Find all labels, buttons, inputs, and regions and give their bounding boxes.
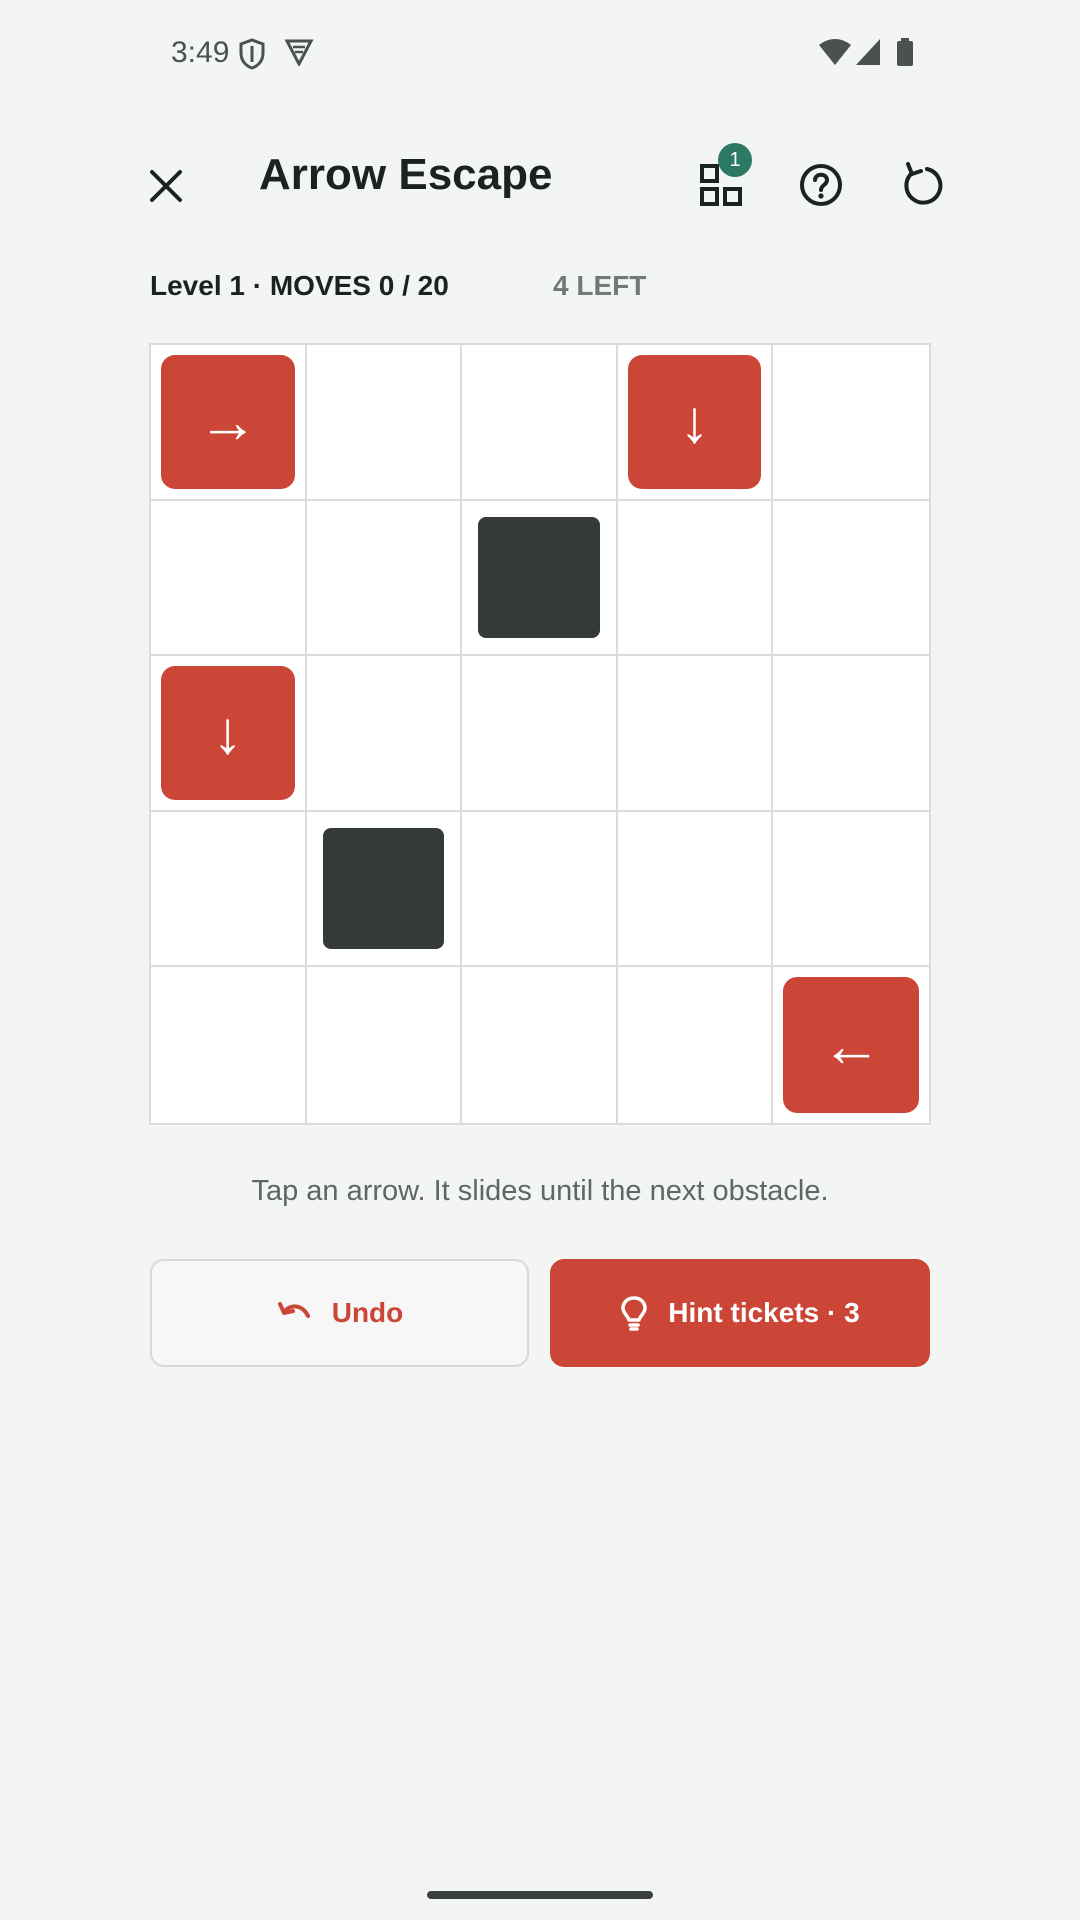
obstacle-block <box>478 516 600 639</box>
status-time: 3:49 <box>171 36 230 69</box>
lightbulb-icon <box>620 1295 648 1331</box>
help-button[interactable] <box>786 150 856 220</box>
shield-icon <box>238 38 266 75</box>
board-cell <box>617 811 774 968</box>
close-button[interactable] <box>136 156 196 216</box>
wifi-icon <box>818 38 852 71</box>
grid-icon <box>686 164 756 224</box>
board-cell <box>462 345 618 501</box>
board-cell <box>773 500 929 657</box>
board-cell: ↓ <box>151 656 307 812</box>
board-cell: ↓ <box>617 345 774 501</box>
home-indicator[interactable] <box>427 1891 653 1899</box>
arrow-tile[interactable]: → <box>161 355 295 489</box>
undo-label: Undo <box>331 1297 404 1328</box>
board-cell <box>306 967 463 1123</box>
hint-label: Hint tickets · 3 <box>668 1297 860 1328</box>
game-board: → ↓ ↓ ← <box>149 343 931 1125</box>
board-cell <box>617 656 774 812</box>
board-cell <box>773 345 929 501</box>
close-icon <box>136 170 196 220</box>
board-cell: ← <box>773 967 929 1123</box>
app-header: Arrow Escape 1 <box>0 120 1080 230</box>
help-icon <box>786 164 856 224</box>
obstacle-block <box>322 827 445 950</box>
board-cell <box>306 811 463 968</box>
board-cell <box>151 967 307 1123</box>
board-cell <box>462 500 618 657</box>
arrow-tile[interactable]: ↓ <box>627 355 762 489</box>
hint-button[interactable]: Hint tickets · 3 <box>550 1259 930 1367</box>
status-bar: 3:49 <box>0 0 1080 110</box>
board-cell <box>617 967 774 1123</box>
board-cell <box>773 656 929 812</box>
board-cell <box>151 811 307 968</box>
arrows-left-counter: 4 LEFT <box>553 270 647 301</box>
restart-button[interactable] <box>886 150 956 220</box>
board-cell: → <box>151 345 307 501</box>
page-title: Arrow Escape <box>259 150 553 199</box>
board-cell <box>462 656 618 812</box>
board-cell <box>773 811 929 968</box>
board-cell <box>462 967 618 1123</box>
arrow-tile[interactable]: ↓ <box>161 666 295 800</box>
cell-signal-icon <box>855 38 881 71</box>
board-cell <box>306 345 463 501</box>
board-cell <box>306 656 463 812</box>
levels-badge: 1 <box>718 143 752 177</box>
undo-button[interactable]: Undo <box>150 1259 529 1367</box>
board-cell <box>306 500 463 657</box>
vpn-icon <box>284 38 314 71</box>
arrow-tile[interactable]: ← <box>783 977 919 1113</box>
instruction-text: Tap an arrow. It slides until the next o… <box>251 1175 829 1207</box>
board-cell <box>151 500 307 657</box>
restart-icon <box>886 162 956 224</box>
board-cell <box>462 811 618 968</box>
board-cell <box>617 500 774 657</box>
level-moves-counter: Level 1 · MOVES 0 / 20 <box>150 270 449 301</box>
undo-icon <box>276 1298 312 1328</box>
battery-icon <box>896 38 914 71</box>
